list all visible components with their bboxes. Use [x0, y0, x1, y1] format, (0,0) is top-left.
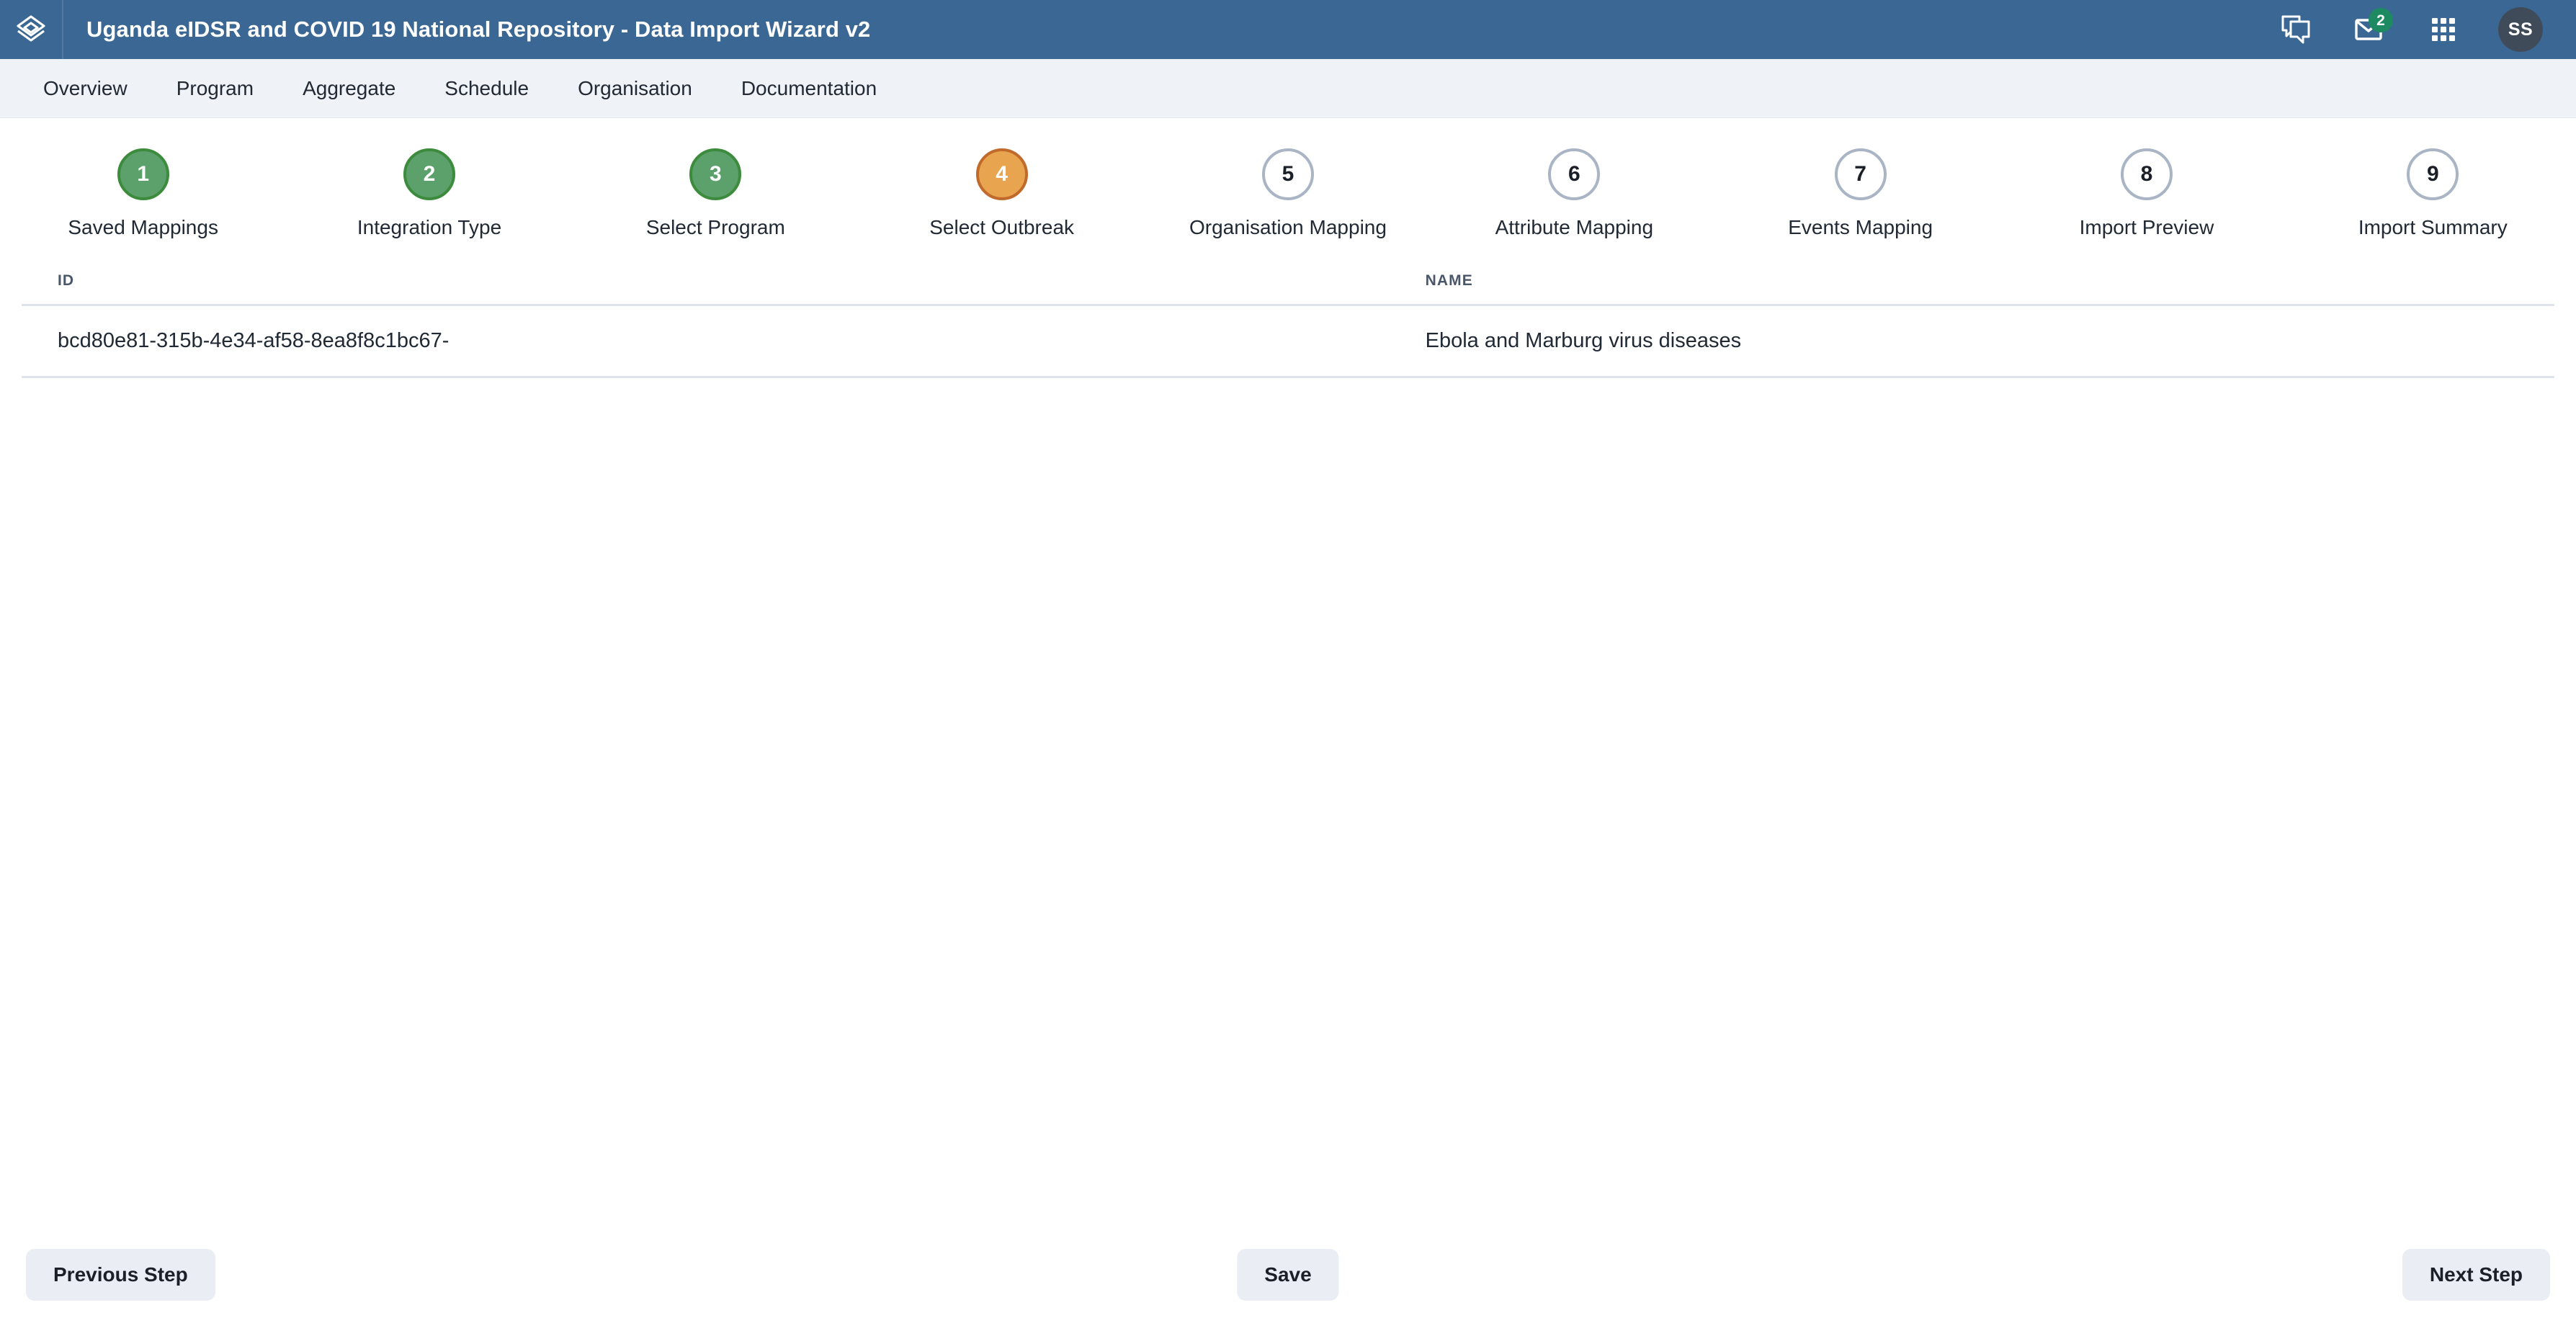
- nav-item-program[interactable]: Program: [152, 59, 278, 118]
- step-label: Select Program: [645, 216, 785, 238]
- step-number-badge: 9: [2407, 148, 2459, 200]
- step-label: Import Summary: [2358, 216, 2508, 238]
- wizard-step-2[interactable]: 2 Integration Type: [286, 148, 572, 239]
- app-header-bar: Uganda eIDSR and COVID 19 National Repos…: [0, 0, 2576, 59]
- column-header-id[interactable]: ID: [22, 255, 1390, 306]
- wizard-action-bar: Previous Step Save Next Step: [0, 1232, 2576, 1318]
- step-label: Integration Type: [357, 216, 502, 238]
- wizard-step-3[interactable]: 3 Select Program: [573, 148, 859, 239]
- cell-name: Ebola and Marburg virus diseases: [1389, 305, 2554, 378]
- mail-icon[interactable]: 2: [2351, 8, 2393, 48]
- nav-item-aggregate[interactable]: Aggregate: [278, 59, 420, 118]
- main-navigation: Overview Program Aggregate Schedule Orga…: [0, 59, 2576, 118]
- table-header-row: ID NAME: [22, 255, 2554, 306]
- nav-item-overview[interactable]: Overview: [19, 59, 152, 118]
- wizard-step-1[interactable]: 1 Saved Mappings: [0, 148, 286, 239]
- apps-menu-icon[interactable]: [2425, 11, 2462, 48]
- step-number-badge: 7: [1834, 148, 1887, 200]
- column-header-name[interactable]: NAME: [1389, 255, 2554, 306]
- step-label: Organisation Mapping: [1189, 216, 1387, 238]
- user-avatar[interactable]: SS: [2498, 7, 2543, 52]
- wizard-stepper: 1 Saved Mappings 2 Integration Type 3 Se…: [0, 118, 2576, 255]
- step-label: Saved Mappings: [68, 216, 218, 238]
- step-label: Select Outbreak: [929, 216, 1075, 238]
- step-number-badge: 8: [2120, 148, 2173, 200]
- data-import-wizard-page: Uganda eIDSR and COVID 19 National Repos…: [0, 0, 2576, 1318]
- step-number-badge: 2: [403, 148, 455, 200]
- next-step-button[interactable]: Next Step: [2402, 1249, 2550, 1301]
- table-head: ID NAME: [22, 255, 2554, 306]
- cell-id: bcd80e81-315b-4e34-af58-8ea8f8c1bc67-: [22, 305, 1390, 378]
- mail-unread-badge: 2: [2369, 8, 2393, 32]
- dhis2-layers-logo-icon[interactable]: [0, 0, 62, 59]
- table-row[interactable]: bcd80e81-315b-4e34-af58-8ea8f8c1bc67- Eb…: [22, 305, 2554, 378]
- previous-step-button[interactable]: Previous Step: [26, 1249, 215, 1301]
- wizard-step-8[interactable]: 8 Import Preview: [2003, 148, 2289, 239]
- nav-item-documentation[interactable]: Documentation: [717, 59, 901, 118]
- table-body: bcd80e81-315b-4e34-af58-8ea8f8c1bc67- Eb…: [22, 305, 2554, 378]
- wizard-step-4[interactable]: 4 Select Outbreak: [859, 148, 1145, 239]
- save-button[interactable]: Save: [1237, 1249, 1339, 1301]
- page-title: Uganda eIDSR and COVID 19 National Repos…: [86, 17, 871, 42]
- wizard-step-9[interactable]: 9 Import Summary: [2290, 148, 2576, 239]
- step-number-badge: 4: [975, 148, 1028, 200]
- step-number-badge: 1: [117, 148, 169, 200]
- nav-item-organisation[interactable]: Organisation: [553, 59, 717, 118]
- header-icon-group: 2 SS: [2278, 7, 2550, 52]
- step-number-badge: 6: [1548, 148, 1601, 200]
- wizard-step-7[interactable]: 7 Events Mapping: [1717, 148, 2003, 239]
- step-label: Events Mapping: [1788, 216, 1933, 238]
- nav-item-schedule[interactable]: Schedule: [420, 59, 553, 118]
- step-number-badge: 3: [689, 148, 742, 200]
- outbreak-table: ID NAME bcd80e81-315b-4e34-af58-8ea8f8c1…: [22, 255, 2554, 378]
- messages-icon[interactable]: [2278, 11, 2315, 48]
- wizard-step-5[interactable]: 5 Organisation Mapping: [1145, 148, 1431, 239]
- outbreak-list-container: ID NAME bcd80e81-315b-4e34-af58-8ea8f8c1…: [0, 255, 2576, 1232]
- step-label: Import Preview: [2079, 216, 2214, 238]
- wizard-step-6[interactable]: 6 Attribute Mapping: [1431, 148, 1717, 239]
- step-number-badge: 5: [1261, 148, 1314, 200]
- step-label: Attribute Mapping: [1495, 216, 1654, 238]
